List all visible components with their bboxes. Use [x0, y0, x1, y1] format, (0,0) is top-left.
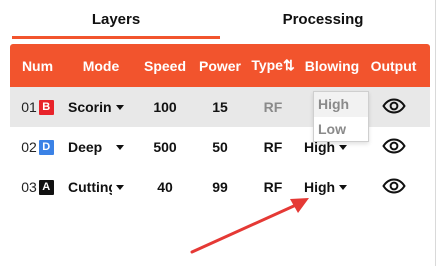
header-type[interactable]: Type⇅	[247, 57, 299, 74]
power-value[interactable]: 15	[193, 99, 247, 115]
mode-cell: Scoring	[65, 99, 137, 115]
output-cell	[365, 177, 422, 197]
blowing-cell: High	[299, 179, 365, 195]
layer-number: 01	[21, 99, 37, 115]
layer-number-cell: 01 B	[10, 99, 65, 115]
chevron-down-icon	[116, 144, 124, 150]
blowing-dropdown-menu: High Low	[313, 91, 369, 142]
blowing-select[interactable]: High	[299, 179, 348, 195]
layer-number: 02	[21, 139, 37, 155]
layer-number-cell: 02 D	[10, 139, 65, 155]
tab-bar: Layers Processing	[0, 0, 436, 44]
mode-value: Cutting	[68, 179, 112, 195]
chevron-down-icon	[116, 104, 124, 110]
header-num: Num	[21, 57, 54, 74]
header-power[interactable]: Power	[193, 58, 247, 74]
blowing-value: High	[304, 179, 336, 195]
active-tab-indicator	[12, 36, 220, 39]
power-value[interactable]: 50	[193, 139, 247, 155]
header-blowing: Blowing	[304, 57, 360, 74]
header-mode: Mode	[82, 57, 120, 74]
table-header: Num Mode Speed Power Type⇅ Blowing Outpu…	[10, 44, 430, 87]
chevron-down-icon	[116, 184, 124, 190]
type-value: RF	[263, 139, 283, 155]
power-value[interactable]: 99	[193, 179, 247, 195]
tab-layers[interactable]: Layers	[12, 0, 220, 40]
mode-cell: Deep	[65, 139, 137, 155]
chevron-down-icon	[339, 144, 348, 150]
speed-value[interactable]: 100	[137, 99, 193, 115]
tab-processing[interactable]: Processing	[220, 0, 426, 40]
mode-value: Deep	[68, 139, 103, 155]
dropdown-option-high[interactable]: High	[314, 92, 368, 117]
mode-select[interactable]: Scoring	[65, 99, 124, 115]
layer-color-badge[interactable]: B	[38, 99, 54, 115]
layer-number-cell: 03 A	[10, 179, 65, 195]
header-speed: Speed	[143, 57, 186, 74]
mode-cell: Cutting	[65, 179, 137, 195]
layer-color-badge[interactable]: A	[38, 179, 54, 195]
layers-panel: Layers Processing Num Mode Speed Power T…	[0, 0, 436, 266]
eye-icon[interactable]	[381, 177, 406, 197]
header-output: Output	[370, 57, 417, 74]
eye-icon[interactable]	[381, 97, 406, 117]
mode-select[interactable]: Cutting	[65, 179, 124, 195]
layer-color-badge[interactable]: D	[38, 139, 54, 155]
output-cell	[365, 97, 422, 117]
output-cell	[365, 137, 422, 157]
layer-number: 03	[21, 179, 37, 195]
dropdown-option-low[interactable]: Low	[314, 117, 368, 142]
mode-value: Scoring	[68, 99, 112, 115]
mode-select[interactable]: Deep	[65, 139, 124, 155]
speed-value[interactable]: 500	[137, 139, 193, 155]
eye-icon[interactable]	[381, 137, 406, 157]
table-row[interactable]: 03 A Cutting 40 99 RF High	[10, 167, 430, 207]
speed-value[interactable]: 40	[137, 179, 193, 195]
type-value: RF	[263, 179, 283, 195]
type-value: RF	[263, 99, 283, 115]
chevron-down-icon	[339, 184, 348, 190]
